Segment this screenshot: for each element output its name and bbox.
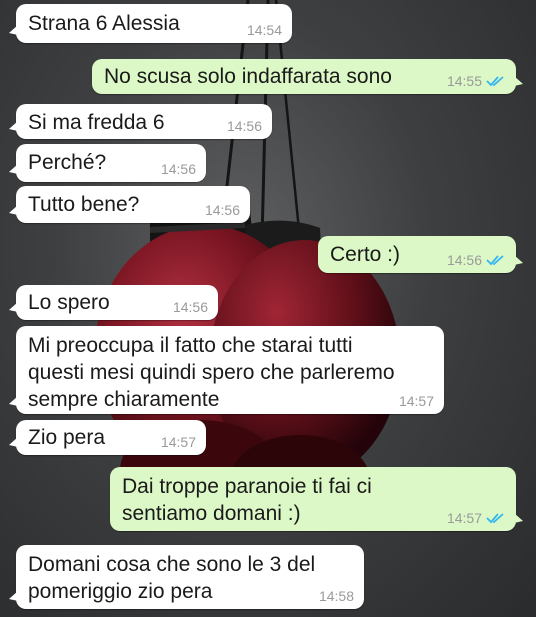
message-bubble-incoming[interactable]: Tutto bene? 14:56 <box>9 186 250 223</box>
message-timestamp: 14:56 <box>172 299 208 315</box>
message-bubble-incoming[interactable]: Domani cosa che sono le 3 del pomeriggio… <box>9 545 364 609</box>
message-meta: 14:56 <box>205 202 240 218</box>
message-timestamp: 14:58 <box>318 588 354 604</box>
message-meta: 14:55 <box>447 73 506 89</box>
message-meta: 14:57 <box>161 434 196 450</box>
message-meta: 14:56 <box>447 252 506 268</box>
message-bubble-incoming[interactable]: Mi preoccupa il fatto che starai tutti q… <box>9 326 444 414</box>
message-bubble-outgoing[interactable]: Dai troppe paranoie ti fai ci sentiamo d… <box>110 467 523 531</box>
message-timestamp: 14:54 <box>246 22 282 38</box>
message-text: Strana 6 Alessia <box>28 12 180 35</box>
message-bubble-outgoing[interactable]: No scusa solo indaffarata sono 14:55 <box>92 59 523 94</box>
message-meta: 14:56 <box>173 299 208 315</box>
message-meta: 14:58 <box>319 588 354 604</box>
message-meta: 14:56 <box>227 118 262 134</box>
message-timestamp: 14:57 <box>160 434 196 450</box>
message-bubble-incoming[interactable]: Strana 6 Alessia 14:54 <box>9 4 292 43</box>
message-timestamp: 14:57 <box>446 510 482 526</box>
message-bubble-incoming[interactable]: Lo spero 14:56 <box>9 285 218 320</box>
message-timestamp: 14:56 <box>226 118 262 134</box>
message-text: Mi preoccupa il fatto che starai tutti q… <box>28 334 395 411</box>
message-text: Si ma fredda 6 <box>28 111 165 134</box>
message-timestamp: 14:55 <box>446 73 482 89</box>
message-text: Domani cosa che sono le 3 del pomeriggio… <box>28 553 316 603</box>
message-timestamp: 14:56 <box>204 202 240 218</box>
message-meta: 14:57 <box>447 510 506 526</box>
message-meta: 14:54 <box>247 22 282 38</box>
message-meta: 14:57 <box>399 393 434 409</box>
message-text: No scusa solo indaffarata sono <box>104 65 392 88</box>
message-timestamp: 14:56 <box>446 252 482 268</box>
double-check-read-icon <box>486 513 504 524</box>
message-bubble-incoming[interactable]: Si ma fredda 6 14:56 <box>9 104 272 139</box>
message-bubble-outgoing[interactable]: Certo :) 14:56 <box>318 236 523 273</box>
message-bubble-incoming[interactable]: Zio pera 14:57 <box>9 420 206 455</box>
double-check-read-icon <box>486 255 504 266</box>
double-check-read-icon <box>486 76 504 87</box>
message-meta: 14:56 <box>161 161 196 177</box>
message-timestamp: 14:56 <box>160 161 196 177</box>
message-timestamp: 14:57 <box>398 393 434 409</box>
message-bubble-incoming[interactable]: Perché? 14:56 <box>9 144 206 182</box>
